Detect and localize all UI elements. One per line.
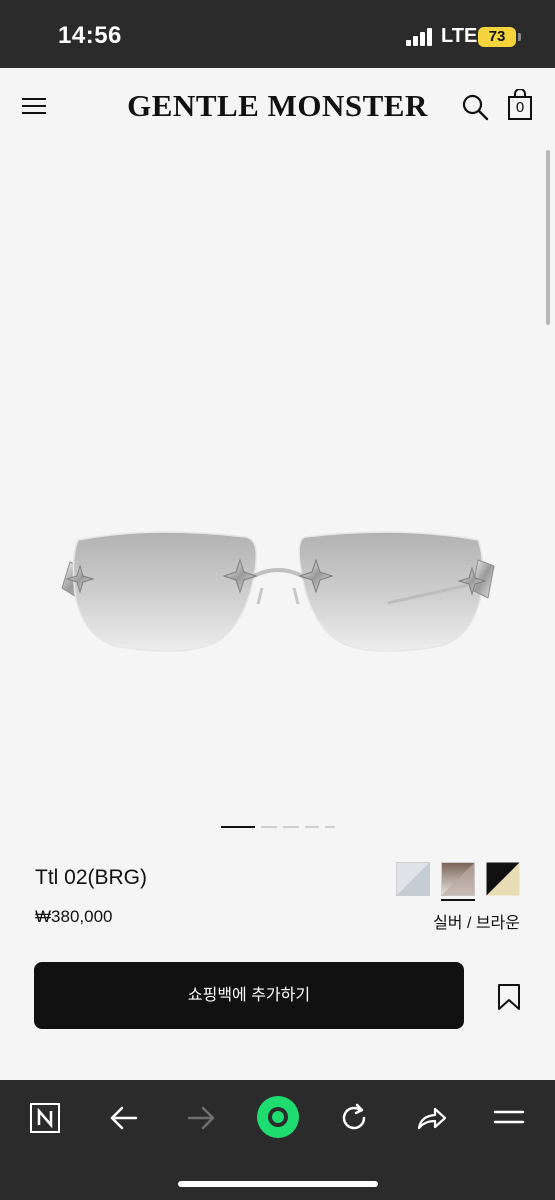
swatch-brown[interactable] (441, 862, 475, 896)
battery-tip (518, 33, 521, 41)
naver-icon[interactable] (23, 1096, 67, 1140)
carousel-dot-4[interactable] (305, 826, 319, 828)
carousel-dot-2[interactable] (261, 826, 277, 828)
status-time: 14:56 (58, 22, 122, 49)
share-icon[interactable] (409, 1096, 453, 1140)
carousel-dot-1[interactable] (221, 826, 255, 828)
swatch-silver[interactable] (396, 862, 430, 896)
swatch-black-gold[interactable] (486, 862, 520, 896)
menu-icon[interactable] (487, 1096, 531, 1140)
forward-icon[interactable] (179, 1096, 223, 1140)
shopping-bag-icon[interactable]: 0 (507, 89, 533, 121)
back-icon[interactable] (102, 1096, 146, 1140)
selected-swatch-indicator (441, 899, 475, 901)
home-indicator[interactable] (178, 1181, 378, 1187)
add-to-bag-button[interactable]: 쇼핑백에 추가하기 (34, 962, 464, 1029)
network-type: LTE (441, 25, 478, 47)
green-dot-icon[interactable] (255, 1094, 301, 1140)
bag-count: 0 (515, 99, 525, 116)
carousel-dot-5[interactable] (325, 826, 335, 828)
battery-icon: 73 (478, 27, 516, 47)
status-bar: 14:56 LTE 73 (0, 0, 555, 68)
product-name: Ttl 02(BRG) (35, 866, 148, 889)
refresh-icon[interactable] (332, 1096, 376, 1140)
product-image[interactable] (0, 148, 555, 848)
color-name: 실버 / 브라운 (433, 915, 520, 932)
search-icon[interactable] (461, 93, 489, 121)
site-header: GENTLE MONSTER 0 (0, 68, 555, 148)
bookmark-icon[interactable] (497, 983, 521, 1011)
signal-icon (406, 28, 434, 46)
product-price: ₩380,000 (35, 907, 113, 926)
carousel-dot-3[interactable] (283, 826, 299, 828)
